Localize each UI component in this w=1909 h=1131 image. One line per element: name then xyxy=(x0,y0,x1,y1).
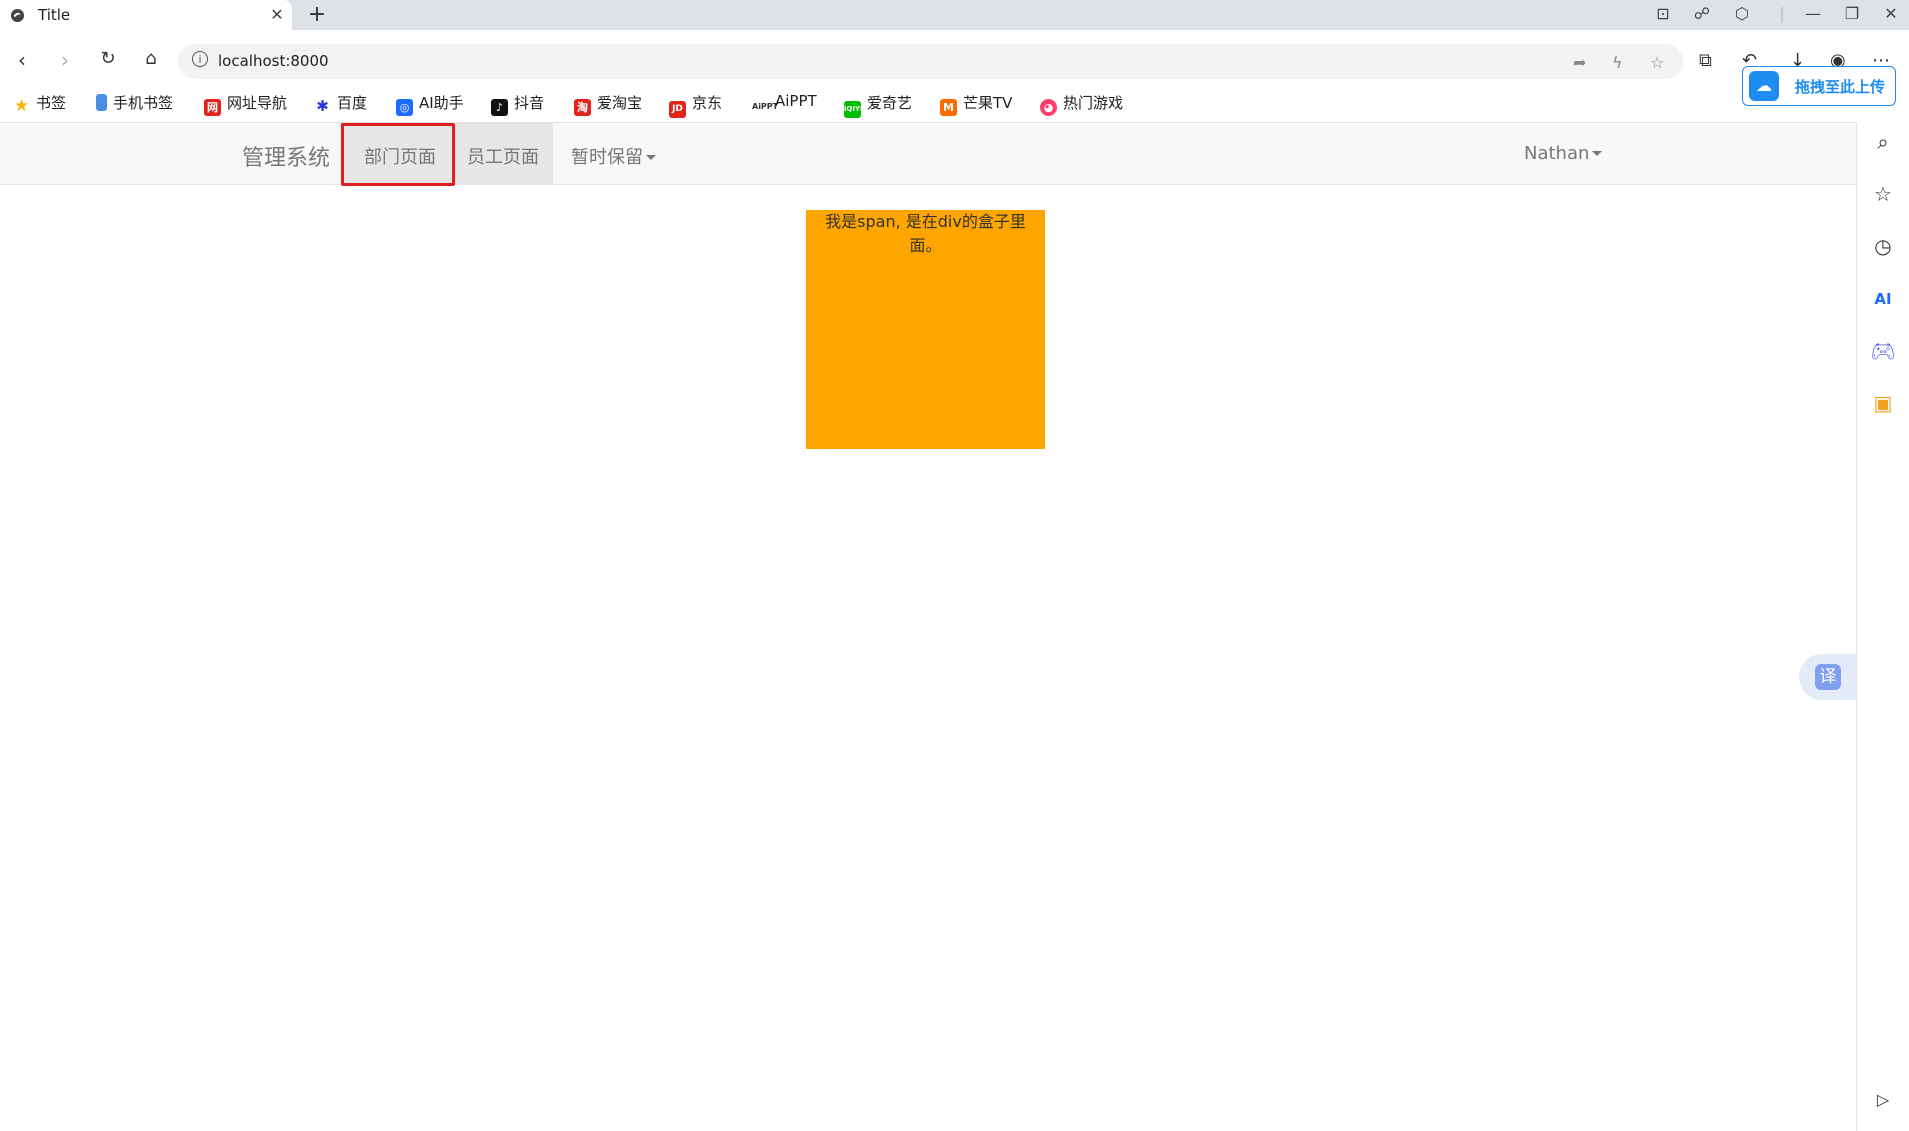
bookmark-item[interactable]: M 芒果TV xyxy=(940,92,1012,116)
nav-item-employee[interactable]: 员工页面 xyxy=(467,143,539,169)
extension-puzzle-icon[interactable]: ⬡ xyxy=(1728,4,1756,23)
translate-icon: 译 xyxy=(1815,664,1841,690)
caret-down-icon xyxy=(646,155,656,160)
url-text[interactable]: localhost:8000 xyxy=(218,52,329,70)
star-icon: ★ xyxy=(13,96,30,116)
lightning-icon[interactable]: ϟ xyxy=(1612,53,1623,72)
navigation-icon: 网 xyxy=(204,99,221,116)
side-panel xyxy=(1856,122,1909,1131)
iqiyi-icon: iQIYI xyxy=(844,101,863,118)
translate-button[interactable]: 译 xyxy=(1799,654,1856,700)
cloud-upload-icon: ☁ xyxy=(1749,71,1779,101)
span-text: 我是span, 是在div的盒子里面。 xyxy=(825,212,1026,255)
ai-assistant-icon: ◎ xyxy=(396,99,413,116)
baidu-paw-icon: ✱ xyxy=(316,97,329,115)
close-window-icon[interactable]: ✕ xyxy=(1877,4,1905,23)
home-icon[interactable]: ⌂ xyxy=(138,48,164,69)
bookmark-item[interactable]: 淘爱淘宝 xyxy=(574,92,642,116)
extensions-icon[interactable]: ⧉ xyxy=(1699,50,1712,71)
tab-title: Title xyxy=(38,6,71,24)
gamepad-icon[interactable]: 🎮︎ xyxy=(1870,338,1896,364)
site-info-icon[interactable]: i xyxy=(192,51,208,67)
reload-icon[interactable]: ↻ xyxy=(95,48,121,69)
close-tab-icon[interactable]: ✕ xyxy=(268,5,286,24)
bookmark-item[interactable]: ◎ AI助手 xyxy=(396,92,464,116)
upload-label: 拖拽至此上传 xyxy=(1795,78,1886,96)
minimize-icon[interactable]: — xyxy=(1799,4,1827,23)
collapse-panel-icon[interactable]: ▷ xyxy=(1870,1087,1896,1113)
caret-down-icon xyxy=(1592,151,1603,156)
search-icon[interactable]: ⌕ xyxy=(1870,129,1896,155)
aippt-icon: AiPPT xyxy=(752,102,779,111)
nav-user-dropdown[interactable]: Nathan xyxy=(1524,143,1603,164)
share-icon[interactable]: ➦ xyxy=(1573,53,1586,72)
douyin-icon: ♪ xyxy=(491,99,508,116)
forward-icon[interactable]: › xyxy=(52,48,78,72)
favorites-star-icon[interactable]: ☆ xyxy=(1870,181,1896,207)
bookmark-item[interactable]: ◕ 热门游戏 xyxy=(1040,92,1123,116)
separator: | xyxy=(1779,4,1785,23)
phone-icon xyxy=(96,94,107,111)
bookmark-star-icon[interactable]: ☆ xyxy=(1650,53,1664,72)
new-tab-icon[interactable]: + xyxy=(305,2,329,27)
history-clock-icon[interactable]: ◷ xyxy=(1870,233,1896,259)
bookmark-item[interactable]: 网网址导航 xyxy=(204,92,287,116)
toolbox-icon[interactable]: ▣ xyxy=(1870,390,1896,416)
taobao-icon: 淘 xyxy=(574,99,591,116)
back-icon[interactable]: ‹ xyxy=(9,48,35,72)
bookmark-item[interactable]: AiPPTAiPPT xyxy=(752,92,817,116)
address-bar[interactable]: i localhost:8000 ➦ ϟ ☆ xyxy=(178,44,1683,79)
split-view-icon[interactable]: ⊡ xyxy=(1649,4,1677,23)
games-icon: ◕ xyxy=(1040,99,1057,116)
drag-upload-button[interactable]: ☁ 拖拽至此上传 xyxy=(1742,66,1896,106)
nav-dropdown-reserved[interactable]: 暂时保留 xyxy=(571,143,656,169)
bookmark-item[interactable]: 手机书签 xyxy=(96,92,173,116)
browser-tab[interactable]: Title ✕ xyxy=(0,0,292,30)
mangotv-icon: M xyxy=(940,99,957,116)
ai-icon[interactable]: AI xyxy=(1870,286,1896,312)
bookmark-item[interactable]: ✱ 百度 xyxy=(314,92,367,116)
bookmark-item[interactable]: ♪ 抖音 xyxy=(491,92,544,116)
browser-logo-icon xyxy=(10,8,25,23)
bookmark-item[interactable]: ★ 书签 xyxy=(13,92,66,116)
incognito-icon[interactable]: ☍ xyxy=(1688,4,1716,23)
bookmark-item[interactable]: JD 京东 xyxy=(669,92,722,118)
bookmark-item[interactable]: iQIYI 爱奇艺 xyxy=(844,92,912,118)
restore-icon[interactable]: ❐ xyxy=(1838,4,1866,23)
highlight-box xyxy=(341,123,455,186)
jd-icon: JD xyxy=(669,101,686,118)
navbar-brand[interactable]: 管理系统 xyxy=(242,140,330,172)
orange-div-box: 我是span, 是在div的盒子里面。 xyxy=(806,210,1045,449)
